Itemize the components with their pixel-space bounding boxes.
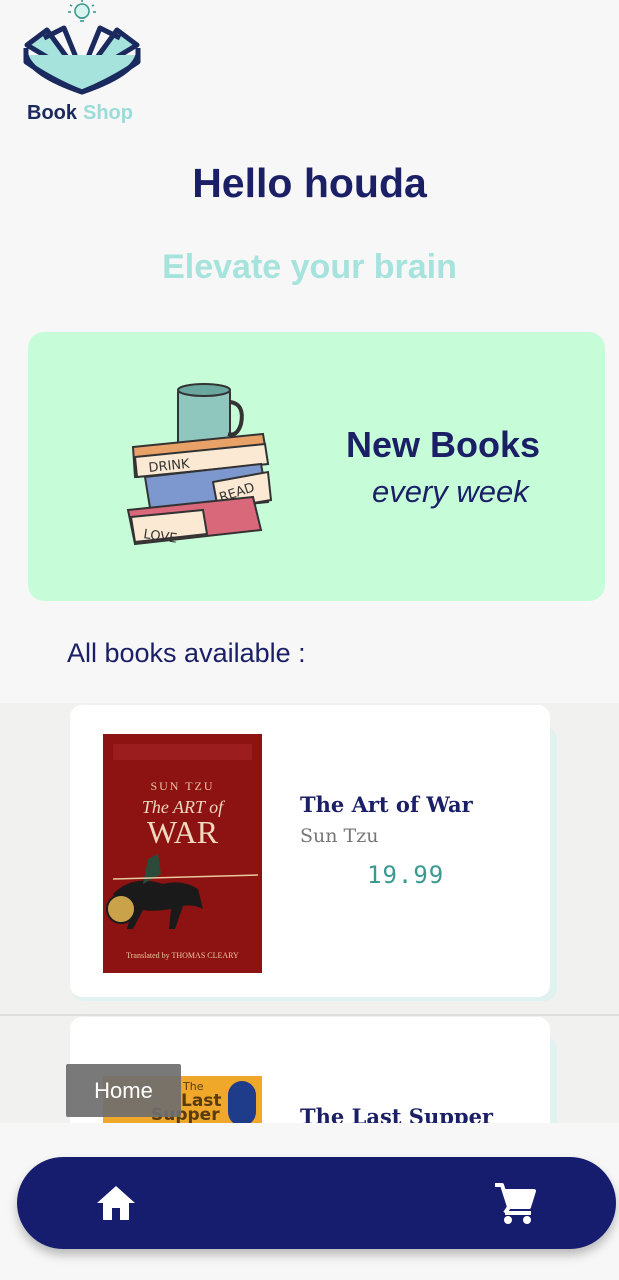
book-author: Sun Tzu xyxy=(300,825,379,847)
book-list[interactable]: SUN TZU The ART of WAR Translated by THO… xyxy=(0,703,619,1123)
cart-icon xyxy=(495,1183,536,1224)
logo-text-shop: Shop xyxy=(83,102,133,124)
nav-home-button[interactable] xyxy=(94,1181,138,1225)
section-title: All books available : xyxy=(67,638,306,668)
cover-author: SUN TZU xyxy=(150,779,214,793)
book-price: 19.99 xyxy=(367,861,445,889)
book-cover-art-of-war: SUN TZU The ART of WAR Translated by THO… xyxy=(103,734,262,973)
bottom-navigation-bar xyxy=(17,1157,616,1249)
cover-title-big: WAR xyxy=(147,814,219,850)
book-title[interactable]: The Last Supper xyxy=(300,1104,493,1123)
tagline: Elevate your brain xyxy=(162,248,457,286)
logo-text-book: Book xyxy=(27,102,77,124)
home-tooltip: Home xyxy=(66,1064,181,1117)
new-books-banner[interactable]: DRINK READ LOVE New Books every week xyxy=(28,332,605,601)
cover-translator: Translated by THOMAS CLEARY xyxy=(126,951,239,960)
nav-cart-button[interactable] xyxy=(493,1181,537,1225)
books-and-mug-illustration: DRINK READ LOVE xyxy=(126,383,273,547)
banner-subtitle: every week xyxy=(372,474,529,509)
book-title[interactable]: The Art of War xyxy=(300,792,473,817)
book-card-art-of-war[interactable]: SUN TZU The ART of WAR Translated by THO… xyxy=(70,705,550,997)
greeting-title: Hello houda xyxy=(192,160,427,206)
home-icon xyxy=(97,1186,135,1220)
banner-title: New Books xyxy=(346,424,541,465)
list-divider xyxy=(0,1014,619,1016)
